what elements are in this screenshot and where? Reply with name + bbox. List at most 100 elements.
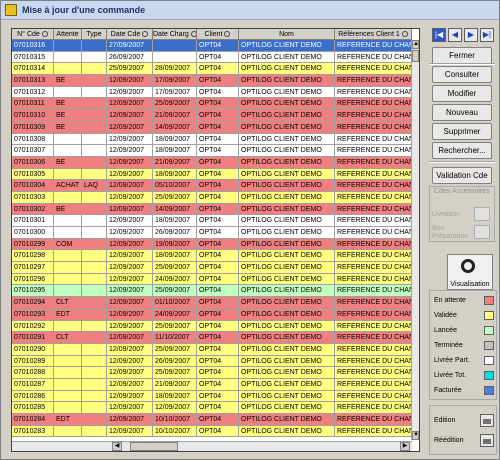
table-row[interactable]: 07010289 12/09/2007 26/09/2007 OPT04 OPTILOG… [12, 355, 412, 368]
table-row[interactable]: 07010316 27/09/2007 OPT04 OPTILOG CLIENT DE… [12, 40, 412, 52]
column-header-label: Attente [56, 31, 79, 38]
table-row[interactable]: 07010296 12/09/2007 24/09/2007 OPT04 OPTILOG… [12, 273, 412, 286]
table-cell: 12/09/2007 [107, 227, 153, 239]
horizontal-scrollbar[interactable]: ◀ ▶ [12, 441, 412, 451]
table-cell: 07010311 [12, 98, 54, 111]
table-row[interactable]: 07010302 BE 12/09/2007 14/09/2007 OPT04 OPTIL… [12, 203, 412, 216]
scroll-right-arrow-icon[interactable]: ▶ [400, 442, 410, 451]
table-cell: OPT04 [197, 121, 239, 134]
accessory-orders-group: Cdes Accessoires Livraison Bon Préparati… [429, 186, 495, 242]
visualisation-button[interactable]: Visualisation [447, 254, 493, 290]
table-row[interactable]: 07010285 12/09/2007 12/09/2007 OPT04 OPTILOG… [12, 402, 412, 414]
new-button[interactable]: Nouveau [432, 104, 492, 121]
table-row[interactable]: 07010287 12/09/2007 21/09/2007 OPT04 OPTILOG… [12, 378, 412, 391]
table-row[interactable]: 07010305 12/09/2007 18/09/2007 OPT04 OPTILOG… [12, 168, 412, 181]
table-row[interactable]: 07010308 12/09/2007 18/09/2007 OPT04 OPTILOG… [12, 133, 412, 146]
table-row[interactable]: 07010304 ACHAT LAQ 12/09/2007 05/10/2007 OPT0… [12, 180, 412, 192]
validate-order-button[interactable]: Validation Cde [432, 167, 492, 184]
column-header[interactable]: Date Cde [107, 29, 153, 40]
table-row[interactable]: 07010306 BE 12/09/2007 21/09/2007 OPT04 OPTIL… [12, 156, 412, 169]
prep-icon[interactable] [474, 225, 490, 239]
sort-search-icon[interactable] [142, 31, 149, 37]
table-row[interactable]: 07010288 12/09/2007 25/09/2007 OPT04 OPTILOG… [12, 367, 412, 379]
next-record-button[interactable]: ▶ [464, 28, 478, 42]
table-cell: 21/09/2007 [153, 378, 197, 391]
prev-record-button[interactable]: ◀ [448, 28, 462, 42]
vertical-scrollbar[interactable]: ▲ ▼ [411, 40, 419, 440]
table-cell [82, 98, 107, 111]
table-cell [82, 262, 107, 274]
table-row[interactable]: 07010294 CLT 12/09/2007 01/10/2007 OPT04 OPTI… [12, 297, 412, 309]
table-row[interactable]: 07010301 12/09/2007 18/09/2007 OPT04 OPTILOG… [12, 215, 412, 227]
column-header[interactable]: Date Charg [153, 29, 197, 40]
table-row[interactable]: 07010292 12/09/2007 25/09/2007 OPT04 OPTILOG… [12, 320, 412, 333]
table-row[interactable]: 07010307 12/09/2007 18/09/2007 OPT04 OPTILOG… [12, 145, 412, 157]
table-row[interactable]: 07010291 CLT 12/09/2007 11/10/2007 OPT04 OPTI… [12, 332, 412, 344]
search-button[interactable]: Rechercher... [432, 142, 492, 159]
column-header[interactable]: Références Client 1 [335, 29, 412, 40]
table-cell: 18/09/2007 [153, 390, 197, 403]
scroll-thumb[interactable] [412, 50, 419, 62]
table-row[interactable]: 07010293 EDT 12/09/2007 24/09/2007 OPT04 OPTI… [12, 308, 412, 321]
consult-button[interactable]: Consulter [432, 66, 492, 83]
last-record-button[interactable]: ▶| [480, 28, 494, 42]
table-row[interactable]: 07010299 COM 12/09/2007 19/09/2007 OPT04 OPTI… [12, 238, 412, 251]
table-cell: REFERENCE DU CHAN [335, 378, 412, 391]
column-header[interactable]: Nom [239, 29, 335, 40]
table-cell [54, 133, 82, 146]
printer-icon[interactable] [480, 434, 494, 447]
table-cell: OPTILOG CLIENT DEMO [239, 332, 335, 344]
table-row[interactable]: 07010295 12/09/2007 25/09/2007 OPT04 OPTILOG… [12, 285, 412, 298]
table-cell: 12/09/2007 [107, 414, 153, 426]
table-cell: 07010304 [12, 180, 54, 192]
table-cell: OPTILOG CLIENT DEMO [239, 168, 335, 181]
column-header[interactable]: Attente [54, 29, 82, 40]
table-cell: REFERENCE DU CHAN [335, 168, 412, 181]
table-row[interactable]: 07010314 25/09/2007 28/09/2007 OPT04 OPTILOG… [12, 63, 412, 76]
table-row[interactable]: 07010311 BE 12/09/2007 25/09/2007 OPT04 OPTIL… [12, 98, 412, 111]
table-row[interactable]: 07010303 12/09/2007 25/09/2007 OPT04 OPTILOG… [12, 191, 412, 204]
scroll-down-arrow-icon[interactable]: ▼ [412, 431, 419, 440]
table-cell: 26/09/2007 [107, 51, 153, 64]
table-cell: REFERENCE DU CHAN [335, 308, 412, 321]
table-row[interactable]: 07010300 12/09/2007 26/09/2007 OPT04 OPTILOG… [12, 227, 412, 239]
legend-swatch [484, 311, 494, 320]
column-header[interactable]: N° Cde [12, 29, 54, 40]
printer-icon[interactable] [480, 414, 494, 427]
column-header[interactable]: Client [197, 29, 239, 40]
table-row[interactable]: 07010310 BE 12/09/2007 21/09/2007 OPT04 OPTIL… [12, 110, 412, 122]
delivery-icon[interactable] [474, 207, 490, 221]
sort-search-icon[interactable] [41, 31, 48, 37]
magnifier-icon [461, 259, 475, 273]
table-row[interactable]: 07010309 BE 12/09/2007 14/09/2007 OPT04 OPTIL… [12, 121, 412, 134]
modify-button[interactable]: Modifier [432, 85, 492, 102]
hscroll-thumb[interactable] [130, 442, 178, 451]
table-cell: OPT04 [197, 390, 239, 403]
close-button[interactable]: Fermer [432, 47, 492, 64]
first-record-button[interactable]: |◀ [432, 28, 446, 42]
sort-search-icon[interactable] [190, 31, 196, 37]
delete-button[interactable]: Supprimer [432, 123, 492, 140]
table-cell: OPT04 [197, 378, 239, 391]
table-row[interactable]: 07010284 EDT 12/09/2007 10/10/2007 OPT04 OPTI… [12, 414, 412, 426]
column-header[interactable]: Type [82, 29, 107, 40]
edition-label: Edition [434, 417, 456, 424]
orders-grid[interactable]: N° Cde Attente Type Date Cde Date Charg Clien… [11, 28, 420, 452]
table-cell [153, 40, 197, 52]
table-cell: OPT04 [197, 86, 239, 99]
table-row[interactable]: 07010286 12/09/2007 18/09/2007 OPT04 OPTILOG… [12, 390, 412, 403]
table-row[interactable]: 07010313 BE 12/09/2007 17/09/2007 OPT04 OPTIL… [12, 75, 412, 87]
scroll-left-arrow-icon[interactable]: ◀ [112, 442, 122, 451]
table-row[interactable]: 07010283 12/09/2007 10/10/2007 OPT04 OPTILOG… [12, 425, 412, 438]
table-cell [82, 378, 107, 391]
column-header-label: Type [86, 31, 102, 38]
sort-search-icon[interactable] [401, 31, 408, 37]
table-row[interactable]: 07010315 26/09/2007 OPT04 OPTILOG CLIENT DE… [12, 51, 412, 64]
sort-search-icon[interactable] [224, 31, 231, 37]
scroll-up-arrow-icon[interactable]: ▲ [412, 40, 419, 49]
table-row[interactable]: 07010290 12/09/2007 25/09/2007 OPT04 OPTILOG… [12, 343, 412, 356]
table-row[interactable]: 07010297 12/09/2007 25/09/2007 OPT04 OPTILOG… [12, 262, 412, 274]
table-row[interactable]: 07010298 12/09/2007 18/09/2007 OPT04 OPTILOG… [12, 250, 412, 263]
table-row[interactable]: 07010312 12/09/2007 17/09/2007 OPT04 OPTILOG… [12, 86, 412, 99]
group-label: Cdes Accessoires [434, 188, 490, 195]
